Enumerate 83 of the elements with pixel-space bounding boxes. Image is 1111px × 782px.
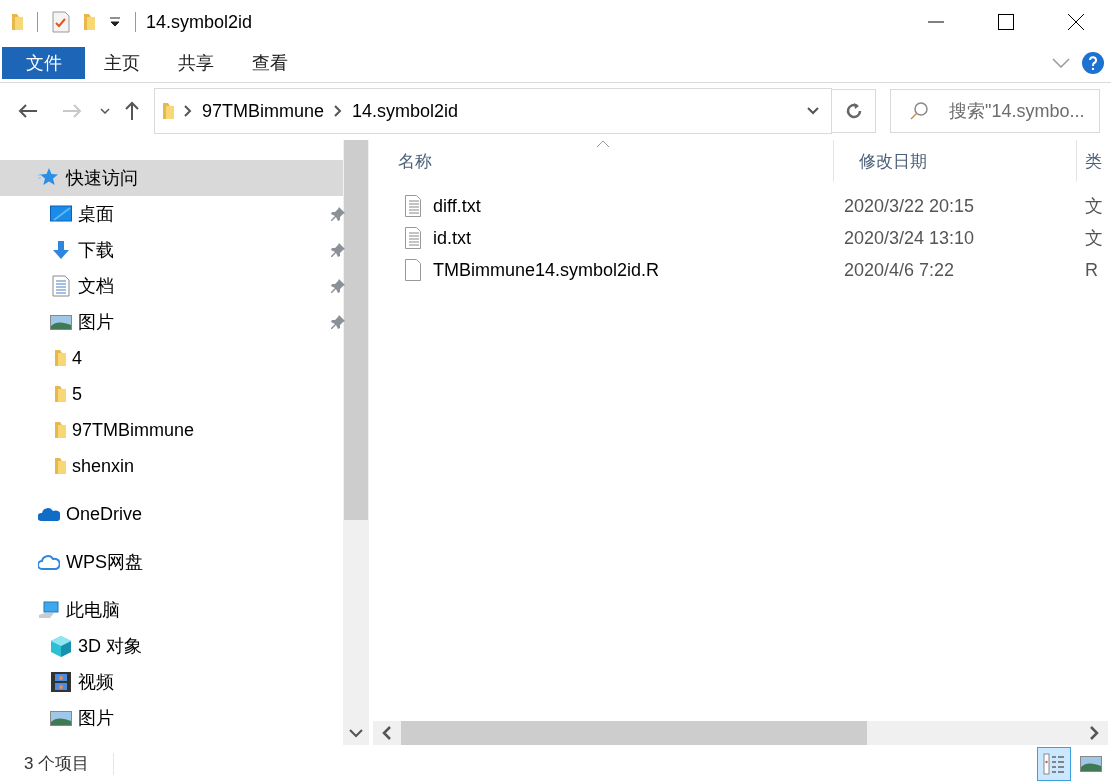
folder-icon	[12, 14, 23, 30]
sidebar-item[interactable]: 文档	[0, 268, 344, 304]
scrollbar-thumb[interactable]	[401, 721, 867, 745]
column-header[interactable]: 名称	[373, 140, 834, 182]
new-folder-icon[interactable]	[84, 14, 95, 30]
pin-icon[interactable]	[330, 206, 346, 222]
file-type: 文	[1084, 227, 1103, 250]
sidebar-item[interactable]: 下载	[0, 232, 344, 268]
properties-icon[interactable]	[52, 11, 70, 33]
refresh-button[interactable]	[832, 89, 876, 133]
help-icon[interactable]	[1082, 52, 1104, 74]
modified-date: 2020/4/6 7:22	[843, 259, 956, 281]
document-icon	[50, 275, 72, 297]
maximize-icon	[998, 14, 1014, 30]
text-file-icon	[403, 194, 423, 218]
file-name[interactable]: diff.txt	[433, 195, 481, 217]
sidebar-item[interactable]: 3D 对象	[0, 628, 344, 664]
sidebar-item[interactable]: 图片	[0, 304, 344, 340]
pin-icon[interactable]	[330, 242, 346, 258]
search-field[interactable]: 搜索"14.symbo...	[890, 89, 1100, 133]
search-icon	[910, 102, 928, 120]
sidebar-item[interactable]: 4	[0, 340, 344, 376]
sidebar-item[interactable]: OneDrive	[0, 496, 344, 532]
chevron-down-icon	[806, 107, 819, 115]
ribbon-tab[interactable]: 共享	[159, 47, 233, 79]
scrollbar-thumb[interactable]	[344, 140, 369, 520]
back-arrow-icon	[18, 103, 38, 119]
ribbon-tab[interactable]: 查看	[233, 47, 307, 79]
sidebar-item[interactable]: 图片	[0, 700, 344, 736]
breadcrumb[interactable]: 97TMBimmune	[202, 100, 325, 122]
sort-ascending-icon	[596, 140, 610, 148]
sidebar-item[interactable]: 97TMBimmune	[0, 412, 344, 448]
expand-ribbon-chevron-icon[interactable]	[1052, 58, 1070, 68]
chevron-down-icon	[100, 108, 110, 114]
breadcrumb-chevron-icon[interactable]	[184, 105, 192, 117]
cube-icon	[50, 635, 72, 657]
folder-icon	[55, 350, 66, 366]
ribbon-tab[interactable]: 主页	[85, 47, 159, 79]
computer-icon	[38, 599, 60, 621]
sidebar-item[interactable]: WPS网盘	[0, 544, 344, 580]
file-name[interactable]: id.txt	[433, 227, 471, 249]
sidebar-item[interactable]: 视频	[0, 664, 344, 700]
dropdown-caret-icon[interactable]	[109, 17, 121, 27]
desktop-icon	[50, 203, 72, 225]
ribbon-tab[interactable]: 文件	[2, 47, 85, 79]
refresh-icon	[844, 102, 863, 120]
file-icon	[403, 258, 423, 282]
file-type: R	[1084, 259, 1098, 281]
sidebar-item[interactable]: 快速访问	[0, 160, 344, 196]
up-button[interactable]	[124, 101, 140, 121]
back-button[interactable]	[18, 103, 38, 119]
breadcrumb[interactable]: 14.symbol2id	[352, 100, 459, 122]
folder-icon	[55, 386, 66, 402]
pin-icon[interactable]	[330, 314, 346, 330]
forward-arrow-icon	[62, 103, 82, 119]
details-view-button[interactable]	[1037, 746, 1071, 781]
download-arrow-icon	[50, 239, 72, 261]
folder-icon	[163, 103, 174, 119]
text-file-icon	[403, 226, 423, 250]
recent-locations-button[interactable]	[100, 108, 110, 114]
pin-icon[interactable]	[330, 278, 346, 294]
file-type: 文	[1084, 195, 1103, 218]
file-name[interactable]: TMBimmune14.symbol2id.R	[433, 259, 660, 281]
details-view-icon	[1043, 752, 1065, 775]
close-icon	[1068, 14, 1084, 30]
breadcrumb-chevron-icon[interactable]	[334, 105, 343, 117]
sidebar-item[interactable]: 5	[0, 376, 344, 412]
column-header[interactable]: 类	[1077, 140, 1108, 182]
modified-date: 2020/3/24 13:10	[843, 227, 976, 249]
window-title: 14.symbol2id	[146, 11, 253, 33]
sidebar-item[interactable]: 此电脑	[0, 592, 344, 628]
sidebar-item[interactable]: 桌面	[0, 196, 344, 232]
minimize-icon	[928, 21, 944, 23]
sidebar-item[interactable]: shenxin	[0, 448, 344, 484]
modified-date: 2020/3/22 20:15	[843, 195, 976, 217]
address-field[interactable]: 97TMBimmune 14.symbol2id	[154, 88, 832, 134]
column-header[interactable]: 修改日期	[834, 140, 1077, 182]
folder-icon	[55, 458, 66, 474]
film-strip-icon	[50, 671, 72, 693]
up-arrow-icon	[124, 101, 140, 121]
folder-icon	[55, 422, 66, 438]
item-count: 3 个项目	[24, 753, 90, 775]
question-mark-icon	[1088, 56, 1098, 70]
